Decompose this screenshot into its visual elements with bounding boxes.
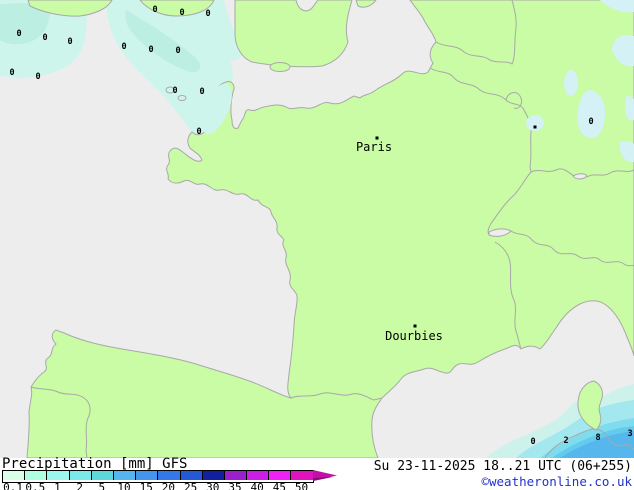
city-dot xyxy=(414,325,417,328)
map-svg: 0 0 0 0 0 0 0 0 0 0 0 0 0 0 0 0 2 8 3 Paris Dourbies xyxy=(0,0,634,458)
scale-tick-label: 10 xyxy=(113,481,135,490)
station-value: 0 xyxy=(148,45,153,55)
station-value: 0 xyxy=(121,42,126,52)
scale-tick-label: 25 xyxy=(180,481,202,490)
england-southeast-land xyxy=(235,0,352,67)
station-value: 2 xyxy=(563,436,568,446)
station-value: 8 xyxy=(595,433,600,443)
station-value: 3 xyxy=(627,429,632,439)
scale-segment xyxy=(70,471,92,480)
station-value: 0 xyxy=(530,437,535,447)
scale-segment xyxy=(181,471,203,480)
station-value: 0 xyxy=(16,29,21,39)
precipitation-map: 0 0 0 0 0 0 0 0 0 0 0 0 0 0 0 0 2 8 3 Paris Dourbies xyxy=(0,0,634,458)
scale-tick-label: 15 xyxy=(135,481,157,490)
forecast-datetime: Su 23-11-2025 18..21 UTC (06+255) xyxy=(374,459,632,474)
scale-segment xyxy=(114,471,136,480)
scale-segment xyxy=(291,471,312,480)
scale-arrow-icon xyxy=(313,469,339,483)
scale-segment xyxy=(3,471,25,480)
station-value: 0 xyxy=(175,46,180,56)
isle-of-wight xyxy=(270,63,290,72)
scale-segment xyxy=(92,471,114,480)
station-value: 0 xyxy=(588,117,593,127)
scale-tick-label: 2 xyxy=(69,481,91,490)
channel-island-2 xyxy=(178,96,186,101)
weather-map-page: 0000000000000000283 ParisDourbies Precip… xyxy=(0,0,634,490)
scale-tick-label: 5 xyxy=(91,481,113,490)
scale-tick-label: 20 xyxy=(157,481,179,490)
scale-segment xyxy=(158,471,180,480)
station-value: 0 xyxy=(42,33,47,43)
scale-segment xyxy=(269,471,291,480)
scale-tick-label: 50 xyxy=(290,481,312,490)
legend-footer: Precipitation [mm] GFS 0.10.512510152025… xyxy=(0,458,634,490)
scale-tick-label: 35 xyxy=(224,481,246,490)
scale-segment xyxy=(247,471,269,480)
scale-tick-label: 45 xyxy=(268,481,290,490)
scale-segment xyxy=(203,471,225,480)
station-value: 0 xyxy=(205,9,210,19)
scale-tick-label: 30 xyxy=(202,481,224,490)
scale-segment xyxy=(25,471,47,480)
station-value: 0 xyxy=(35,72,40,82)
station-dot xyxy=(534,126,537,129)
station-value: 0 xyxy=(9,68,14,78)
station-value: 0 xyxy=(199,87,204,97)
scale-segment xyxy=(136,471,158,480)
scale-tick-label: 0.1 xyxy=(2,481,24,490)
station-value: 0 xyxy=(179,8,184,18)
scale-segment xyxy=(225,471,247,480)
scale-tick-label: 0.5 xyxy=(24,481,46,490)
scale-ticks: 0.10.5125101520253035404550 xyxy=(2,481,314,490)
scale-tick-label: 1 xyxy=(46,481,68,490)
copyright-text: ©weatheronline.co.uk xyxy=(481,474,632,489)
station-value: 0 xyxy=(152,5,157,15)
station-value: 0 xyxy=(172,86,177,96)
station-value: 0 xyxy=(67,37,72,47)
scale-tick-label: 40 xyxy=(246,481,268,490)
scale-segment xyxy=(47,471,69,480)
city-label: Dourbies xyxy=(385,329,443,343)
station-value: 0 xyxy=(196,127,201,137)
city-label: Paris xyxy=(356,140,392,154)
